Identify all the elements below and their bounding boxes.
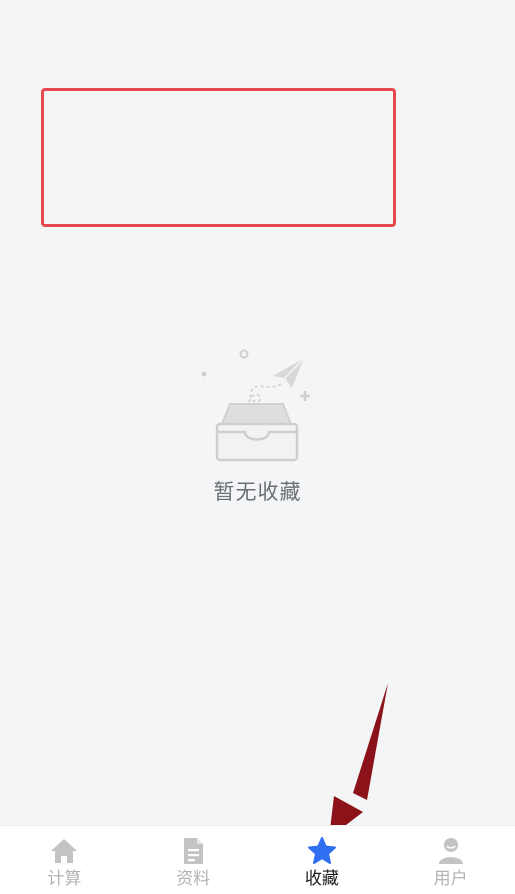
star-icon (307, 837, 336, 864)
tab-calculate[interactable]: 计算 (0, 826, 129, 894)
tab-bar: 计算 资料 收藏 用户 (0, 825, 515, 894)
tab-favorites-label: 收藏 (304, 869, 339, 889)
empty-state-message: 暂无收藏 (213, 480, 302, 504)
tab-materials[interactable]: 资料 (129, 826, 258, 894)
tab-materials-label: 资料 (176, 869, 211, 889)
empty-inbox-icon (201, 349, 310, 462)
document-icon (184, 838, 204, 864)
tab-user-label: 用户 (433, 869, 468, 889)
empty-state: 暂无收藏 (0, 340, 515, 506)
highlight-box (41, 88, 396, 227)
tab-favorites[interactable]: 收藏 (258, 826, 387, 894)
tab-calculate-label: 计算 (47, 869, 82, 889)
user-icon (438, 838, 463, 864)
tab-user[interactable]: 用户 (386, 826, 515, 894)
home-icon (51, 839, 78, 863)
